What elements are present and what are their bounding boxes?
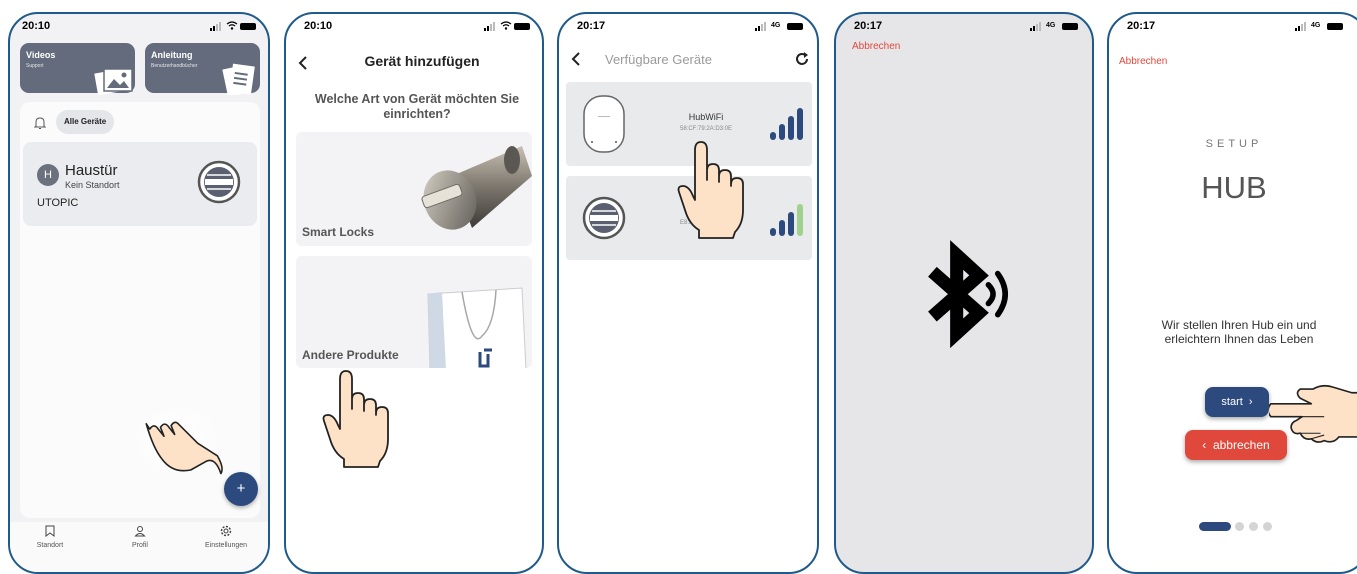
battery-icon xyxy=(787,23,803,30)
network-label: 4G xyxy=(1046,22,1056,29)
status-time: 20:10 xyxy=(304,20,333,32)
nav-label-standort: Standort xyxy=(36,542,64,549)
battery-icon xyxy=(1327,23,1343,30)
nav-item-standort[interactable]: Standort xyxy=(22,524,78,549)
status-time: 20:17 xyxy=(854,20,883,32)
hub-title: HUB xyxy=(1201,170,1267,205)
manual-tile-subtitle: Benutzerhandbücher xyxy=(151,63,198,69)
signal-strength-icon xyxy=(770,202,804,236)
battery-icon xyxy=(1062,23,1078,30)
shopping-bag-image xyxy=(427,287,527,368)
phone-screen-add-device: 20:10 Gerät hinzufügen Welche Art von Ge… xyxy=(284,12,544,574)
status-bar: 20:10 xyxy=(22,20,256,34)
hand-pointer-icon xyxy=(1269,384,1357,443)
cancel-link[interactable]: Abbrechen xyxy=(852,41,900,52)
back-chevron-icon[interactable] xyxy=(298,56,308,70)
device-card[interactable]: H Haustür Kein Standort UTOPIC xyxy=(23,142,257,226)
nav-label-profil: Profil xyxy=(132,542,148,549)
phone-screen-available-devices: 20:17 4G Verfügbare Geräte HubWiFi 58:CF… xyxy=(557,12,819,574)
status-icons: 4G xyxy=(1030,21,1080,31)
bell-icon[interactable] xyxy=(34,116,46,130)
cancel-link[interactable]: Abbrechen xyxy=(1119,56,1167,67)
videos-tile-subtitle: Support xyxy=(26,63,44,69)
page-dot xyxy=(1249,522,1258,531)
hand-pointer-icon xyxy=(322,370,389,468)
page-title: Gerät hinzufügen xyxy=(364,53,480,69)
hand-pointer-icon xyxy=(677,141,744,239)
page-dot-active xyxy=(1199,522,1231,531)
setup-label: SETUP xyxy=(1205,138,1263,150)
smart-lock-image xyxy=(421,146,532,230)
card-smart-locks[interactable]: Smart Locks xyxy=(296,132,532,246)
lock-logo-icon xyxy=(197,160,241,204)
manual-tile[interactable]: Anleitung Benutzerhandbücher xyxy=(145,43,260,95)
network-label: 4G xyxy=(1311,22,1321,29)
videos-tile-title: Videos xyxy=(26,50,56,60)
page-indicator xyxy=(1199,522,1279,532)
status-icons: 4G xyxy=(1295,21,1345,31)
avatar: H xyxy=(37,164,59,186)
bluetooth-searching-icon xyxy=(928,240,1008,349)
battery-icon xyxy=(240,23,256,30)
nav-label-einstellungen: Einstellungen xyxy=(204,542,248,549)
status-time: 20:17 xyxy=(1127,20,1156,32)
gear-icon xyxy=(220,525,232,537)
network-label: 4G xyxy=(771,22,781,29)
bottom-nav: Standort Profil Einstellungen xyxy=(10,522,268,572)
status-bar: 20:10 xyxy=(298,20,530,34)
status-icons: 4G xyxy=(755,21,805,31)
refresh-icon[interactable] xyxy=(795,52,809,66)
status-bar: 20:17 4G xyxy=(848,20,1080,34)
device-location: Kein Standort xyxy=(65,180,120,190)
page-dot xyxy=(1235,522,1244,531)
page-dot xyxy=(1263,522,1272,531)
card-label-other-products: Andere Produkte xyxy=(302,348,399,362)
status-icons xyxy=(484,21,530,31)
phone-screen-devices: 20:10 Videos Support Anleitung Benutzerh… xyxy=(8,12,270,574)
wifi-icon xyxy=(500,21,512,30)
videos-tile[interactable]: Videos Support xyxy=(20,43,135,95)
card-other-products[interactable]: Andere Produkte xyxy=(296,256,532,368)
card-label-smart-locks: Smart Locks xyxy=(302,225,375,239)
add-device-fab[interactable]: + xyxy=(224,472,258,506)
status-time: 20:17 xyxy=(577,20,606,32)
status-bar: 20:17 4G xyxy=(1121,20,1345,34)
setup-description: Wir stellen Ihren Hub ein und erleichter… xyxy=(1161,318,1317,346)
nav-item-einstellungen[interactable]: Einstellungen xyxy=(190,524,262,549)
battery-icon xyxy=(514,23,530,30)
status-time: 20:10 xyxy=(22,20,51,32)
filter-chip-all-devices[interactable]: Alle Geräte xyxy=(56,110,115,134)
hub-device-icon xyxy=(583,95,625,153)
device-brand: UTOPIC xyxy=(37,197,79,209)
document-icon xyxy=(222,63,255,95)
back-chevron-icon[interactable] xyxy=(571,52,581,66)
lock-logo-icon xyxy=(582,196,626,240)
phone-screen-hub-setup: 20:17 4G Abbrechen SETUP HUB Wir stellen… xyxy=(1107,12,1357,574)
photos-icon xyxy=(94,68,133,95)
hand-pointer-icon xyxy=(137,407,223,476)
device-name: HubWiFi xyxy=(688,112,724,122)
nav-item-profil[interactable]: Profil xyxy=(112,524,168,549)
page-title: Verfügbare Geräte xyxy=(605,52,712,67)
wifi-icon xyxy=(226,21,238,30)
question-text: Welche Art von Gerät möchten Sie einrich… xyxy=(314,92,520,121)
device-name: Haustür xyxy=(65,162,118,179)
status-icons xyxy=(210,21,256,31)
status-bar: 20:17 4G xyxy=(571,20,805,34)
manual-tile-title: Anleitung xyxy=(151,50,193,60)
signal-strength-icon xyxy=(770,106,804,140)
person-icon xyxy=(134,526,146,537)
start-button[interactable]: start › xyxy=(1205,387,1269,417)
device-mac: 58:CF:79:2A:D3:0E xyxy=(679,126,733,132)
bookmark-icon xyxy=(45,525,55,537)
phone-screen-bluetooth: 20:17 4G Abbrechen xyxy=(834,12,1094,574)
